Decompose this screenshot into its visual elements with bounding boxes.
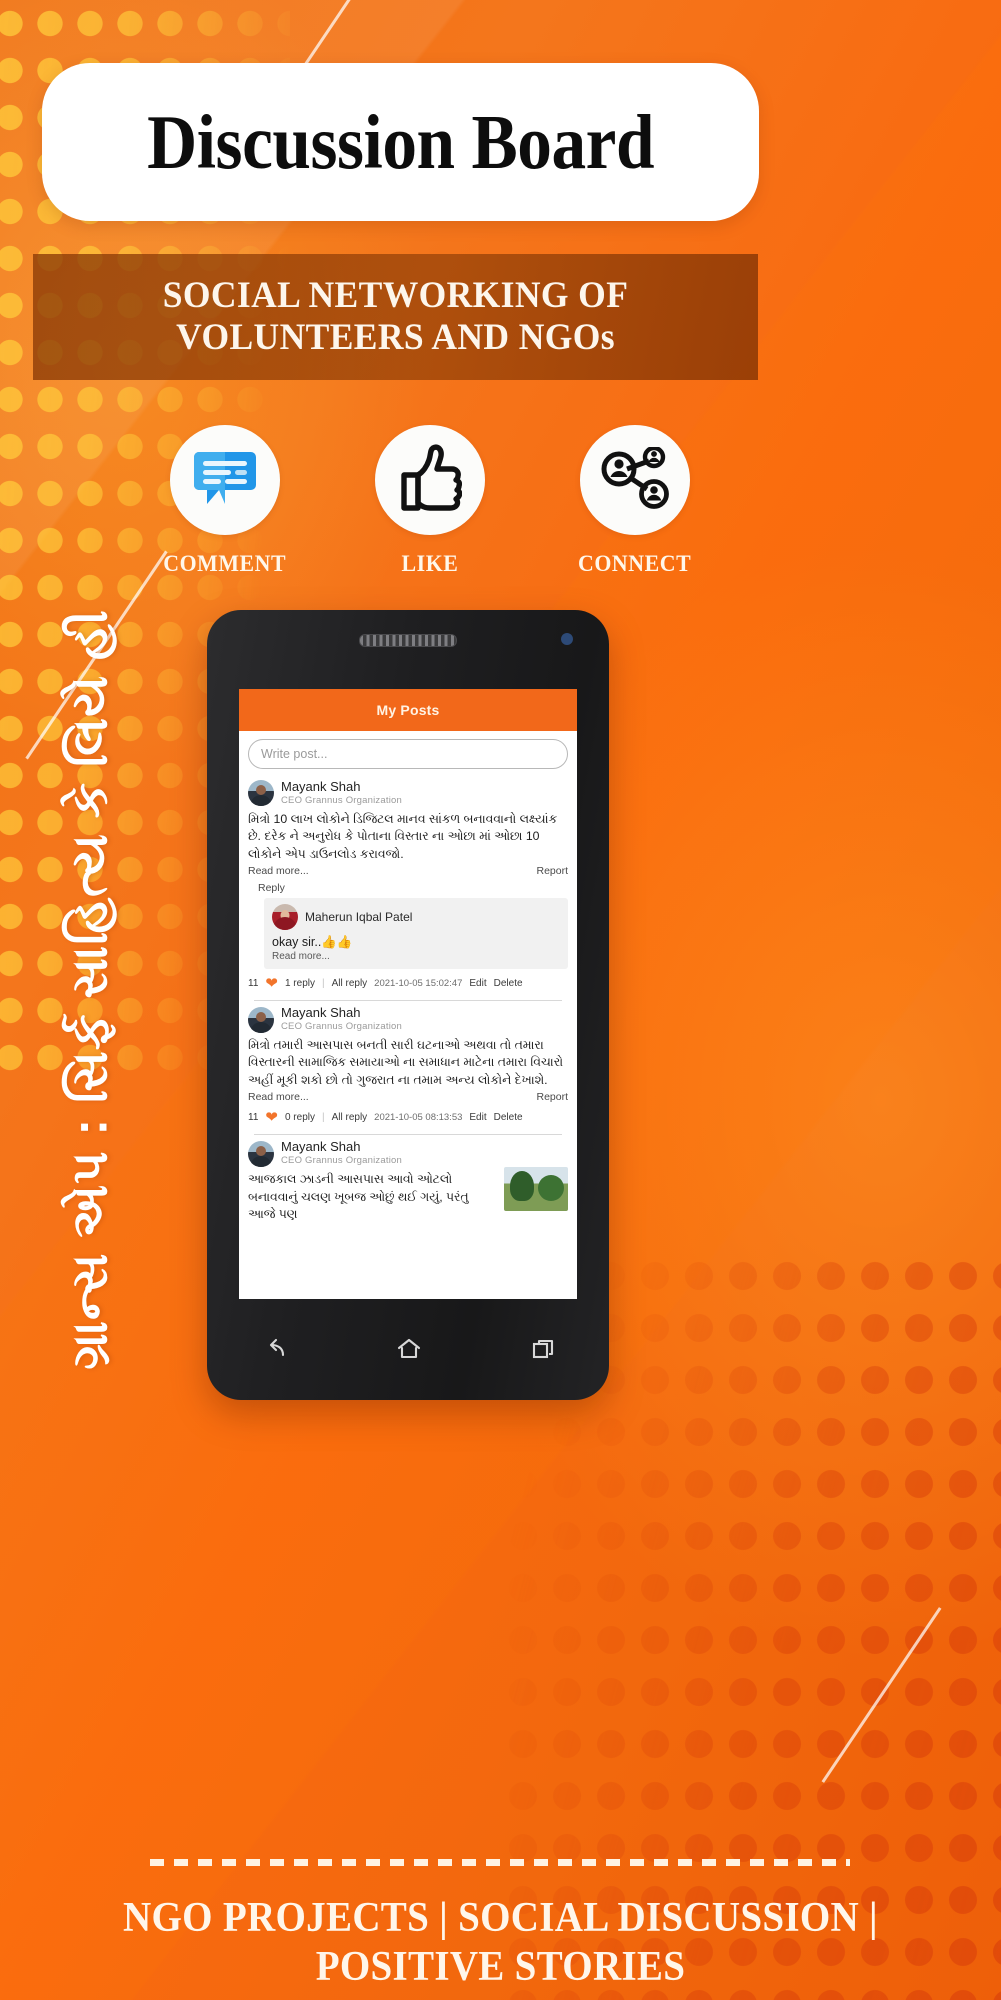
post-composer: Write post... (239, 731, 577, 775)
subtitle-line-1: SOCIAL NETWORKING OF (162, 275, 629, 317)
write-post-placeholder: Write post... (261, 747, 328, 761)
feature-comment: COMMENT (160, 425, 290, 577)
feature-like-circle (375, 425, 485, 535)
post-body-text: આજકાલ ઝાડની આસપાસ આવો ઓટલો બનાવવાનું ચલણ… (248, 1172, 469, 1222)
reply-count[interactable]: 1 reply (285, 978, 315, 989)
poster-canvas: Discussion Board SOCIAL NETWORKING OF VO… (0, 0, 1001, 2000)
side-vertical-text: ગ્રાન્સ એપ : સિર્ફ સાહિત્ય કે લિયે હી (61, 609, 118, 1370)
like-count: 11 (248, 1112, 259, 1124)
comment-icon (193, 448, 257, 513)
post-timestamp: 2021-10-05 08:13:53 (374, 1112, 463, 1124)
post-author-name: Mayank Shah (281, 779, 361, 794)
feature-like-label: LIKE (401, 551, 459, 576)
footer-text: NGO PROJECTS | SOCIAL DISCUSSION | POSIT… (0, 1894, 1001, 1991)
avatar[interactable] (248, 780, 274, 807)
back-icon[interactable] (261, 1338, 287, 1365)
footer-line-1: NGO PROJECTS | SOCIAL DISCUSSION | (123, 1895, 878, 1941)
phone-screen: My Posts Write post... Mayank Shah CEO G… (239, 689, 577, 1299)
feature-comment-circle (170, 425, 280, 535)
read-more-link[interactable]: Read more... (248, 1091, 309, 1103)
post-action-bar: 11 ❤ 0 reply | All reply 2021-10-05 08:1… (248, 1103, 568, 1132)
edit-button[interactable]: Edit (469, 1112, 486, 1123)
comment-read-more-link[interactable]: Read more... (272, 951, 560, 962)
phone-speaker (359, 634, 457, 647)
reply-count[interactable]: 0 reply (285, 1112, 315, 1123)
post-author-role: CEO Grannus Organization (281, 1155, 402, 1167)
title-card: Discussion Board (42, 63, 759, 221)
post-author-role: CEO Grannus Organization (281, 1021, 402, 1033)
write-post-input[interactable]: Write post... (248, 739, 568, 769)
avatar[interactable] (248, 1006, 274, 1033)
comment-author-name: Maherun Iqbal Patel (305, 910, 413, 925)
comment-header: Maherun Iqbal Patel (272, 904, 560, 931)
edit-button[interactable]: Edit (469, 978, 486, 989)
post-meta-row: Read more... Report (248, 865, 568, 877)
dashed-divider (150, 1859, 850, 1866)
app-bar: My Posts (239, 689, 577, 731)
report-link[interactable]: Report (536, 1091, 568, 1103)
like-count: 11 (248, 978, 259, 990)
post-item: Mayank Shah CEO Grannus Organization મિત… (239, 1001, 577, 1136)
post-header: Mayank Shah CEO Grannus Organization (248, 779, 568, 807)
phone-front-camera (561, 633, 573, 645)
thumbs-up-icon (398, 443, 463, 517)
post-author-role: CEO Grannus Organization (281, 794, 402, 806)
heart-icon[interactable]: ❤ (265, 1110, 278, 1125)
feature-connect: CONNECT (570, 425, 700, 577)
post-item: Mayank Shah CEO Grannus Organization આજક… (239, 1135, 577, 1224)
post-action-bar: 11 ❤ 1 reply | All reply 2021-10-05 15:0… (248, 969, 568, 998)
decorative-slash-bottom (821, 1607, 942, 1783)
post-body-text: મિત્રો તમારી આસપાસ બનતી સારી ઘટનાઓ અથવા … (248, 1037, 564, 1087)
page-title: Discussion Board (147, 98, 654, 185)
feature-like: LIKE (365, 425, 495, 577)
action-separator: | (321, 978, 325, 990)
reply-link[interactable]: Reply (258, 882, 568, 894)
feature-list: COMMENT LIKE CONNECT (160, 425, 700, 577)
app-bar-title: My Posts (376, 702, 440, 718)
home-icon[interactable] (396, 1337, 422, 1366)
feature-connect-label: CONNECT (578, 551, 692, 576)
feature-comment-label: COMMENT (163, 551, 287, 576)
connect-network-icon (601, 445, 669, 514)
post-header: Mayank Shah CEO Grannus Organization (248, 1139, 568, 1167)
all-reply-link[interactable]: All reply (332, 978, 368, 989)
avatar[interactable] (272, 904, 298, 931)
heart-icon[interactable]: ❤ (265, 976, 278, 991)
subtitle-line-2: VOLUNTEERS AND NGOs (176, 317, 615, 358)
avatar[interactable] (248, 1140, 274, 1167)
subtitle-band: SOCIAL NETWORKING OF VOLUNTEERS AND NGOs (33, 254, 758, 380)
post-author-name: Mayank Shah (281, 1005, 361, 1021)
post-author-name: Mayank Shah (281, 1139, 361, 1155)
footer-line-2: POSITIVE STORIES (315, 1943, 686, 1990)
comment-item: Maherun Iqbal Patel okay sir..👍👍 Read mo… (264, 898, 568, 970)
feature-connect-circle (580, 425, 690, 535)
action-separator: | (321, 1112, 325, 1124)
post-timestamp: 2021-10-05 15:02:47 (374, 978, 463, 990)
delete-button[interactable]: Delete (494, 1112, 523, 1123)
report-link[interactable]: Report (536, 865, 568, 877)
post-meta-row: Read more... Report (248, 1091, 568, 1103)
post-header: Mayank Shah CEO Grannus Organization (248, 1005, 568, 1033)
phone-mockup: My Posts Write post... Mayank Shah CEO G… (207, 610, 609, 1400)
all-reply-link[interactable]: All reply (332, 1112, 368, 1123)
delete-button[interactable]: Delete (494, 978, 523, 989)
comment-text: okay sir..👍👍 (272, 935, 353, 950)
post-item: Mayank Shah CEO Grannus Organization મિત… (239, 775, 577, 1002)
android-nav-bar (207, 1320, 609, 1382)
recents-icon[interactable] (531, 1338, 555, 1365)
post-body-with-thumb: આજકાલ ઝાડની આસપાસ આવો ઓટલો બનાવવાનું ચલણ… (248, 1167, 568, 1223)
post-body-text: મિત્રો 10 લાખ લોકોને ડિજિટલ માનવ સાંકળ બ… (248, 811, 558, 861)
post-image-thumbnail[interactable] (504, 1167, 568, 1212)
read-more-link[interactable]: Read more... (248, 865, 309, 877)
